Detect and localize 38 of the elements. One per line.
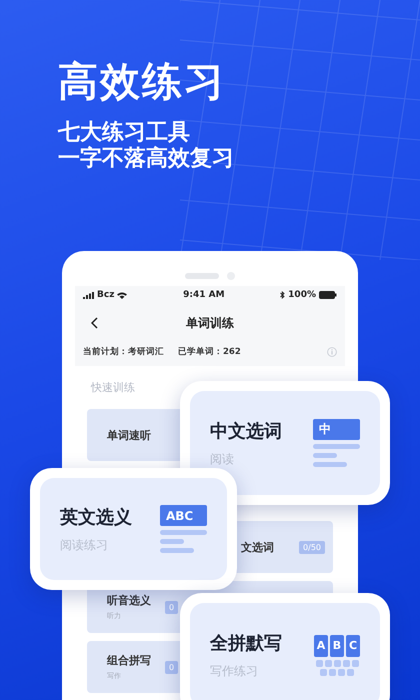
exercise-title: 单词速听: [107, 428, 152, 442]
exercise-title: 文选词: [241, 540, 275, 554]
bluetooth-icon: [280, 291, 286, 299]
letter-key-icon: C: [346, 634, 360, 656]
learned-count: 已学单词：262: [178, 346, 241, 358]
headline: 高效练习: [58, 58, 227, 106]
label-icon: 中: [313, 419, 360, 440]
battery-percent: 100%: [288, 290, 316, 300]
text-line-icon: [160, 530, 207, 535]
text-line-icon: [160, 539, 184, 544]
progress-badge: 0: [165, 600, 178, 614]
section-title: 快速训练: [91, 380, 136, 395]
text-line-icon: [160, 548, 194, 553]
label-icon: ABC: [160, 505, 207, 526]
card-title: 全拼默写: [210, 632, 283, 654]
letter-key-icon: A: [314, 634, 328, 656]
wifi-icon: [117, 292, 128, 298]
exercise-title: 组合拼写: [107, 653, 152, 668]
subtitle: 七大练习工具: [58, 120, 191, 146]
keyboard-icon: [316, 660, 358, 676]
current-plan: 当前计划：考研词汇: [83, 346, 164, 358]
letter-key-icon: B: [330, 634, 344, 656]
back-icon[interactable]: [91, 317, 98, 329]
exercise-title: 听音选义: [107, 593, 152, 608]
battery-icon: [318, 291, 337, 299]
card-title: 中文选词: [210, 420, 283, 442]
page-title: 单词训练: [186, 314, 234, 332]
card-title: 英文选义: [60, 506, 133, 528]
signal-icon: [83, 292, 94, 298]
speaker-icon: [185, 272, 219, 278]
text-line-icon: [313, 453, 337, 458]
subtitle: 一字不落高效复习: [58, 146, 235, 172]
status-time: 9:41 AM: [183, 290, 225, 300]
progress-badge: 0/50: [299, 540, 325, 554]
text-line-icon: [313, 444, 360, 449]
progress-badge: 0: [165, 660, 178, 674]
carrier-name: Bcz: [97, 290, 114, 300]
text-line-icon: [313, 462, 347, 467]
